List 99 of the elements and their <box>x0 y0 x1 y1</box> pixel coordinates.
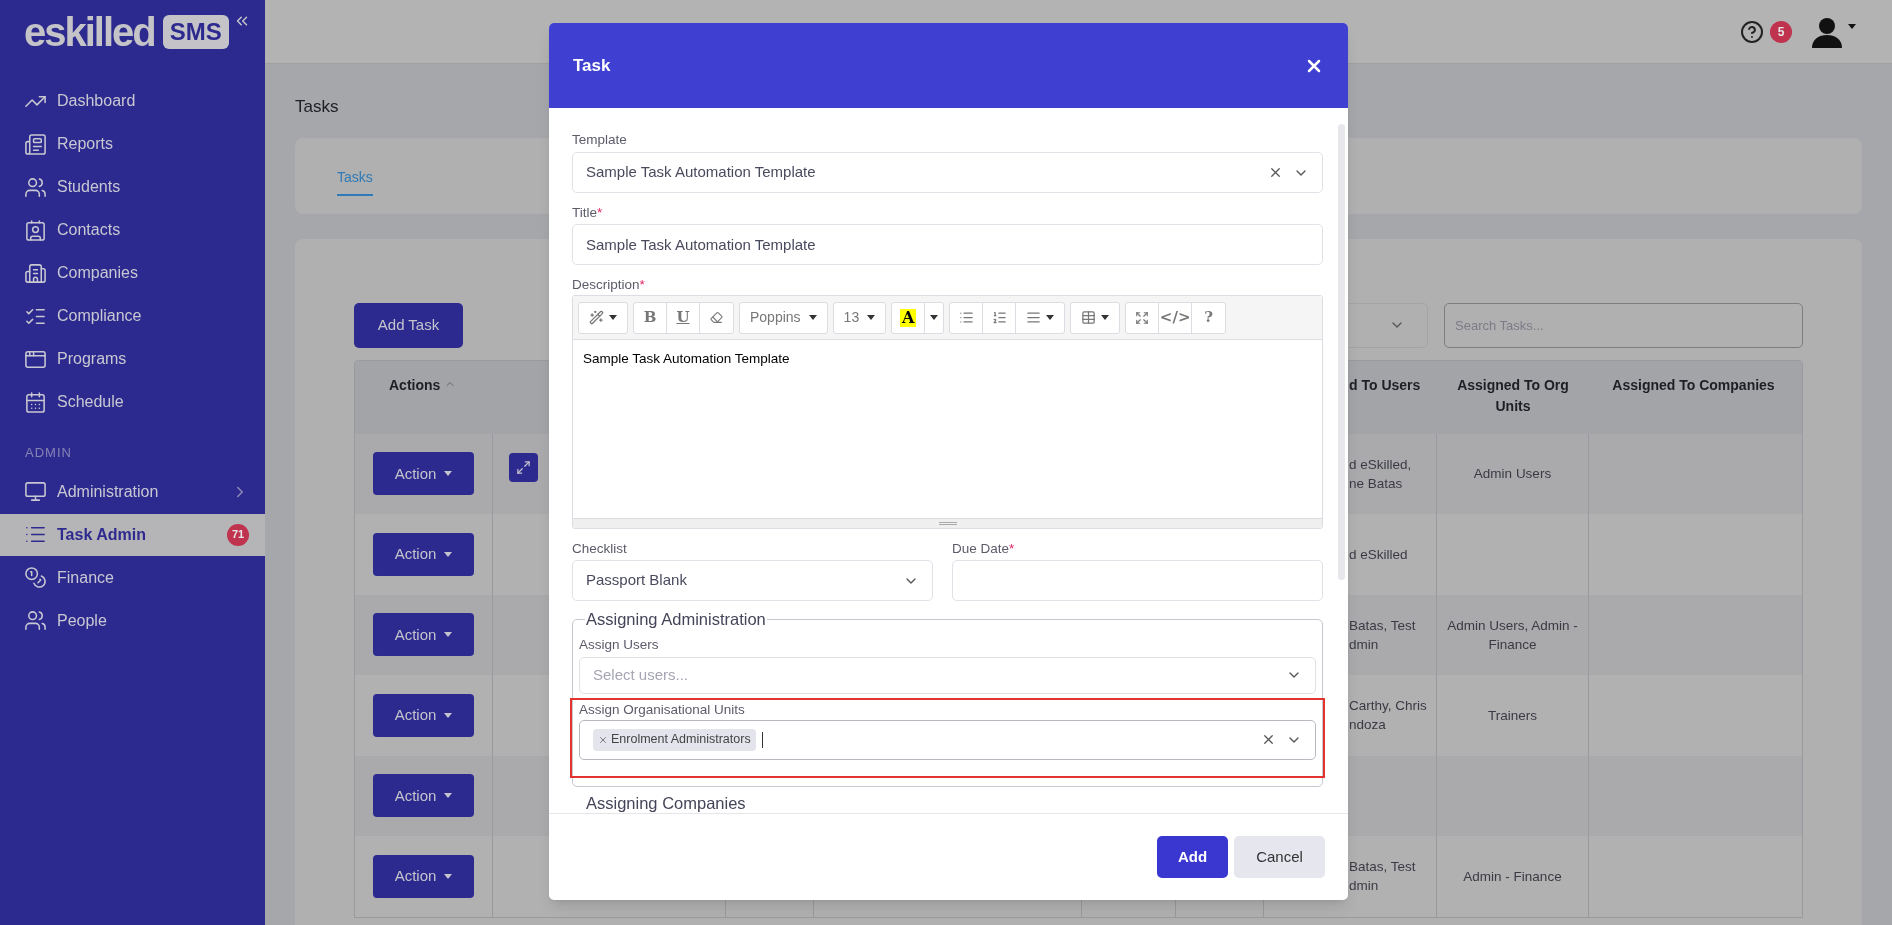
eraser-icon <box>710 311 723 324</box>
field-label: Title* <box>572 204 604 222</box>
section-heading: ADMIN <box>24 444 73 462</box>
field-label: Assign Users <box>579 635 660 654</box>
numbered-list-icon <box>991 310 1007 325</box>
page-title: Tasks <box>295 96 340 118</box>
table-icon <box>1081 310 1097 325</box>
action-button[interactable]: Action <box>373 854 474 898</box>
nav-icon <box>24 175 47 199</box>
dropdown-button[interactable]: Poppins <box>740 302 827 333</box>
nav-item[interactable]: Finance <box>0 556 265 599</box>
nav-item[interactable]: Contacts <box>0 209 265 251</box>
action-button[interactable]: Action <box>373 532 474 576</box>
fullscreen-icon <box>1135 310 1150 325</box>
table-cell-text: Admin - Finance <box>1463 867 1562 886</box>
caret-icon <box>444 471 453 477</box>
nav-icon <box>24 390 47 414</box>
toolbar-button[interactable]: ? <box>1192 302 1226 333</box>
table-cell-text: Batas, Test dmin <box>1349 858 1416 896</box>
dialog-title: Task <box>573 54 612 77</box>
field-label: Description* <box>572 276 646 294</box>
nav-item[interactable]: Compliance <box>0 295 265 337</box>
toolbar-button[interactable]: B <box>634 302 667 333</box>
multi-select-field[interactable]: Enrolment Administrators <box>579 719 1316 760</box>
table-cell-text: Admin Users, Admin - Finance <box>1446 616 1579 654</box>
caret-icon <box>444 793 453 799</box>
fieldset-legend: Assigning Administration <box>585 607 767 632</box>
nav-item[interactable]: Dashboard <box>0 80 265 122</box>
table-cell-text: Trainers <box>1488 706 1537 725</box>
add-button[interactable]: Add <box>1157 836 1228 878</box>
nav-icon <box>24 132 47 156</box>
highlight-button[interactable]: A <box>892 302 926 333</box>
count-badge: 71 <box>227 523 249 546</box>
nav-item[interactable]: People <box>0 599 265 642</box>
nav-item[interactable]: Reports <box>0 123 265 165</box>
field-label: Assign Organisational Units <box>579 700 746 719</box>
table-cell-text: d eSkilled <box>1349 545 1408 564</box>
field-label: Due Date* <box>952 540 1016 558</box>
nav-item[interactable]: Students <box>0 166 265 208</box>
nav-icon <box>24 480 47 503</box>
fieldset-legend: Assigning Companies <box>585 790 747 813</box>
notification-badge[interactable]: 5 <box>1770 20 1792 43</box>
help-icon[interactable] <box>1740 19 1764 44</box>
action-button[interactable]: Action <box>373 774 474 818</box>
action-button[interactable]: Action <box>373 452 474 496</box>
resize-handle[interactable] <box>573 518 1322 528</box>
remove-icon[interactable] <box>598 734 608 745</box>
caret-icon <box>1848 24 1856 29</box>
add-task-button[interactable]: Add Task <box>354 302 463 348</box>
action-button[interactable]: Action <box>373 693 474 737</box>
nav-icon <box>24 218 47 242</box>
field-label: Template <box>572 131 628 149</box>
expand-button[interactable] <box>509 452 538 482</box>
clear-icon[interactable] <box>1268 165 1283 180</box>
caret-icon <box>808 315 817 320</box>
column-header[interactable]: Actions <box>389 374 441 396</box>
toolbar-button[interactable]: </> <box>1159 302 1193 333</box>
rich-text-editor[interactable]: B U Poppins 13 A </> ? Sample Task Automation Template <box>572 295 1323 529</box>
column-header: d To Users <box>1349 376 1421 393</box>
column-header: Assigned To Companies <box>1612 376 1775 393</box>
align-icon <box>1026 310 1042 325</box>
table-cell-text: Admin Users <box>1473 465 1552 484</box>
editor-text: Sample Task Automation Template <box>583 350 791 368</box>
caret-icon <box>1046 315 1055 320</box>
caret-icon <box>444 632 453 638</box>
nav-item[interactable]: Administration <box>0 470 265 513</box>
wand-icon <box>589 310 604 325</box>
select-field[interactable]: Passport Blank <box>572 560 933 601</box>
caret-icon <box>609 315 617 320</box>
table-cell-text: Carthy, Chris ndoza <box>1349 697 1427 735</box>
nav-icon <box>24 566 47 589</box>
caret-icon <box>867 315 876 320</box>
column-header: Assigned To Org Units <box>1457 376 1569 414</box>
logo-wordmark: eskilled <box>24 12 155 52</box>
table-cell-text: d eSkilled, ne Batas <box>1349 455 1412 493</box>
caret-icon <box>444 712 453 718</box>
nav-item[interactable]: Schedule <box>0 381 265 423</box>
caret-icon <box>1101 315 1110 320</box>
nav-icon <box>24 261 47 285</box>
nav-icon <box>24 609 47 632</box>
nav-item[interactable]: Task Admin 71 <box>0 513 265 556</box>
field-label: Checklist <box>572 540 628 558</box>
logo-badge: SMS <box>162 15 229 49</box>
caret-icon <box>444 873 453 879</box>
selected-tag[interactable]: Enrolment Administrators <box>593 728 756 751</box>
bullet-list-icon <box>958 310 974 325</box>
expand-icon <box>516 459 531 475</box>
dropdown-button[interactable]: 13 <box>833 302 886 333</box>
select-field[interactable]: Sample Task Automation Template <box>572 152 1323 193</box>
table-cell-text: Batas, Test dmin <box>1349 616 1416 654</box>
cancel-button[interactable]: Cancel <box>1234 836 1325 878</box>
nav-item[interactable]: Programs <box>0 338 265 380</box>
nav-item[interactable]: Companies <box>0 252 265 294</box>
title-field[interactable]: Sample Task Automation Template <box>572 224 1323 265</box>
underline-button[interactable]: U <box>667 302 700 333</box>
caret-icon <box>930 315 939 320</box>
action-button[interactable]: Action <box>373 613 474 657</box>
due-date-field[interactable] <box>952 560 1323 601</box>
caret-icon <box>444 551 453 557</box>
